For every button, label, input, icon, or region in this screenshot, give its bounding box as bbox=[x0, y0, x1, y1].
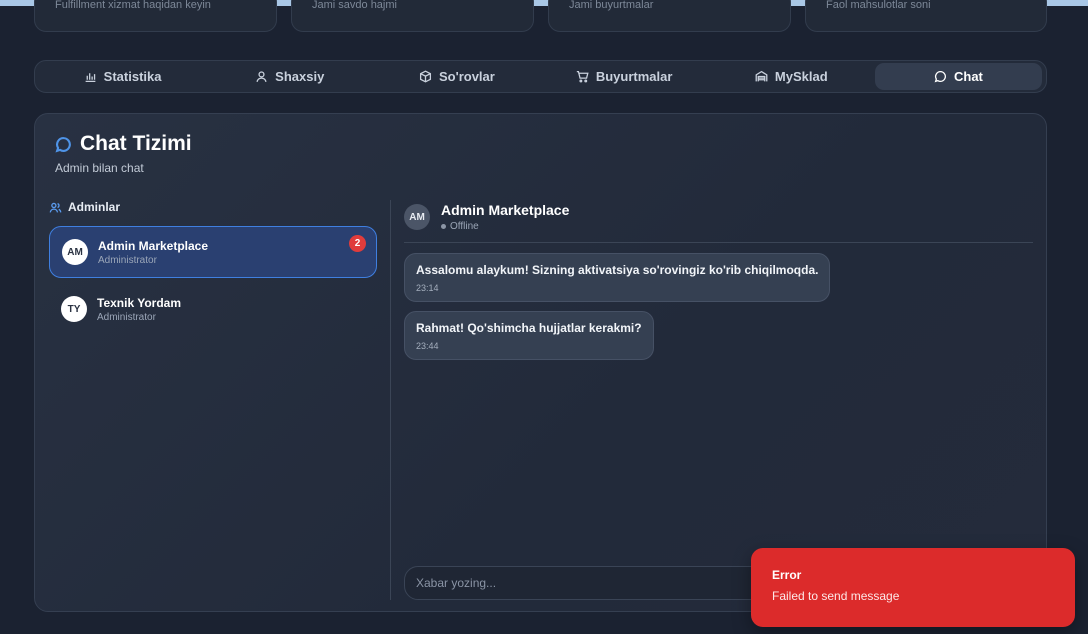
stat-card-products: Faol mahsulotlar soni bbox=[805, 0, 1047, 32]
stat-card-sales: Jami savdo hajmi bbox=[291, 0, 534, 32]
page-subtitle: Admin bilan chat bbox=[55, 161, 144, 175]
conversation-header: AM Admin Marketplace Offline bbox=[404, 202, 569, 232]
avatar: AM bbox=[404, 204, 430, 230]
error-toast[interactable]: Error Failed to send message bbox=[751, 548, 1075, 627]
stat-card-orders: Jami buyurtmalar bbox=[548, 0, 791, 32]
status-text: Offline bbox=[450, 221, 479, 232]
chat-bubble-icon bbox=[55, 136, 71, 153]
page-title-text: Chat Tizimi bbox=[80, 132, 192, 155]
message-bubble: Rahmat! Qo'shimcha hujjatlar kerakmi? 23… bbox=[404, 311, 654, 360]
toast-message: Failed to send message bbox=[772, 589, 900, 603]
chat-panel: Chat Tizimi Admin bilan chat Adminlar AM… bbox=[34, 113, 1047, 612]
stat-card-label: Jami buyurtmalar bbox=[569, 0, 654, 11]
admin-list-item-admin-marketplace[interactable]: AM Admin Marketplace Administrator 2 bbox=[49, 226, 377, 278]
header-divider bbox=[404, 242, 1033, 243]
tab-statistika[interactable]: Statistika bbox=[39, 63, 206, 90]
message-text: Rahmat! Qo'shimcha hujjatlar kerakmi? bbox=[416, 321, 642, 335]
unread-badge: 2 bbox=[349, 235, 366, 252]
admins-heading: Adminlar bbox=[49, 200, 120, 214]
status-indicator: Offline bbox=[441, 221, 569, 232]
admin-role: Administrator bbox=[97, 311, 156, 323]
tab-label: So'rovlar bbox=[439, 69, 495, 84]
package-icon bbox=[419, 70, 432, 83]
tab-buyurtmalar[interactable]: Buyurtmalar bbox=[541, 63, 708, 90]
stat-card-fulfillment: Fulfillment xizmat haqidan keyin bbox=[34, 0, 277, 32]
stat-card-label: Faol mahsulotlar soni bbox=[826, 0, 931, 11]
conversation-name: Admin Marketplace bbox=[441, 202, 570, 218]
tab-mysklad[interactable]: MySklad bbox=[708, 63, 875, 90]
avatar: TY bbox=[61, 296, 87, 322]
stat-card-label: Fulfillment xizmat haqidan keyin bbox=[55, 0, 211, 11]
admin-role: Administrator bbox=[98, 254, 157, 266]
message-text: Assalomu alaykum! Sizning aktivatsiya so… bbox=[416, 263, 819, 277]
cart-icon bbox=[576, 70, 589, 83]
status-dot-icon bbox=[441, 224, 446, 229]
stat-card-label: Jami savdo hajmi bbox=[312, 0, 397, 11]
avatar: AM bbox=[62, 239, 88, 265]
main-tabs: Statistika Shaxsiy So'rovlar Buyurtmalar… bbox=[34, 60, 1047, 93]
tab-label: Statistika bbox=[103, 69, 162, 84]
admins-heading-label: Adminlar bbox=[68, 200, 121, 214]
tab-label: Buyurtmalar bbox=[595, 69, 673, 84]
warehouse-icon bbox=[755, 70, 768, 82]
tab-label: Chat bbox=[954, 69, 983, 84]
message-bubble: Assalomu alaykum! Sizning aktivatsiya so… bbox=[404, 253, 831, 302]
tab-sorovlar[interactable]: So'rovlar bbox=[373, 63, 540, 90]
message-time: 23:14 bbox=[416, 283, 439, 293]
user-icon bbox=[256, 71, 267, 82]
page-title: Chat Tizimi bbox=[55, 132, 192, 156]
tab-label: MySklad bbox=[774, 69, 828, 84]
message-time: 23:44 bbox=[416, 341, 439, 351]
panel-divider bbox=[390, 200, 391, 600]
tab-shaxsiy[interactable]: Shaxsiy bbox=[206, 63, 373, 90]
tab-chat[interactable]: Chat bbox=[874, 63, 1043, 90]
bar-chart-icon bbox=[85, 73, 96, 83]
users-icon bbox=[49, 202, 62, 213]
admin-name: Texnik Yordam bbox=[97, 295, 182, 310]
chat-bubble-icon bbox=[934, 70, 946, 83]
admin-list-item-texnik-yordam[interactable]: TY Texnik Yordam Administrator bbox=[49, 283, 377, 335]
tab-label: Shaxsiy bbox=[275, 69, 325, 84]
admin-name: Admin Marketplace bbox=[98, 238, 209, 253]
toast-title: Error bbox=[772, 568, 802, 582]
